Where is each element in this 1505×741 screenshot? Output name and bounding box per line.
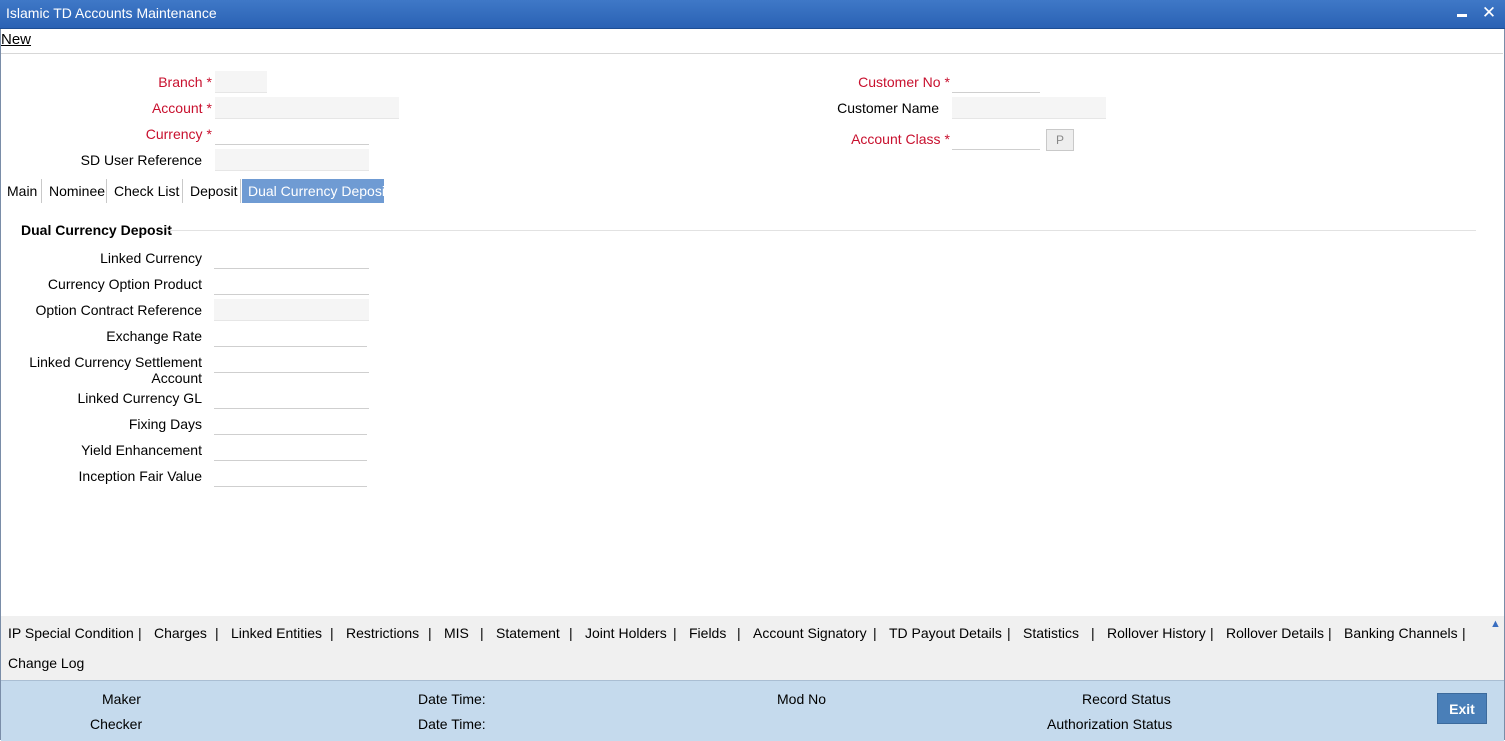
link-rollover-details[interactable]: Rollover Details xyxy=(1226,625,1324,641)
linked-currency-label: Linked Currency xyxy=(100,250,202,266)
audit-footer xyxy=(1,680,1504,741)
branch-label: Branch * xyxy=(158,74,212,90)
currency-field[interactable] xyxy=(215,123,369,145)
scroll-up-icon[interactable]: ▲ xyxy=(1490,618,1501,630)
link-td-payout-details[interactable]: TD Payout Details xyxy=(889,625,1002,641)
link-fields[interactable]: Fields xyxy=(689,625,726,641)
link-separator: | xyxy=(215,625,219,641)
linked-currency-gl-field[interactable] xyxy=(214,387,369,409)
option-contract-reference-label: Option Contract Reference xyxy=(35,302,202,318)
link-separator: | xyxy=(1091,625,1095,641)
branch-field[interactable] xyxy=(215,71,267,93)
link-restrictions[interactable]: Restrictions xyxy=(346,625,419,641)
close-icon: ✕ xyxy=(1481,3,1497,22)
linked-currency-gl-label: Linked Currency GL xyxy=(77,390,202,406)
checker-date-time-label: Date Time: xyxy=(418,716,486,732)
mod-no-label: Mod No xyxy=(777,691,827,707)
tab-nominee[interactable]: Nominee xyxy=(43,179,107,203)
link-separator: | xyxy=(1328,625,1332,641)
currency-option-product-field[interactable] xyxy=(214,273,369,295)
link-linked-entities[interactable]: Linked Entities xyxy=(231,625,322,641)
tab-main[interactable]: Main xyxy=(1,179,42,203)
link-separator: | xyxy=(138,625,142,641)
link-account-signatory[interactable]: Account Signatory xyxy=(753,625,867,641)
sd-user-reference-label: SD User Reference xyxy=(80,152,202,168)
link-separator: | xyxy=(480,625,484,641)
currency-option-product-label: Currency Option Product xyxy=(47,276,202,292)
account-field[interactable] xyxy=(215,97,399,119)
maker-date-time-label: Date Time: xyxy=(418,691,486,707)
link-statement[interactable]: Statement xyxy=(496,625,560,641)
minimize-button[interactable] xyxy=(1452,3,1472,23)
exchange-rate-label: Exchange Rate xyxy=(106,328,202,344)
link-separator: | xyxy=(873,625,877,641)
fixing-days-label: Fixing Days xyxy=(128,416,202,432)
inception-fair-value-label: Inception Fair Value xyxy=(78,468,202,484)
window-title: Islamic TD Accounts Maintenance xyxy=(6,5,217,21)
link-ip-special-condition[interactable]: IP Special Condition xyxy=(8,625,134,641)
yield-enhancement-field[interactable] xyxy=(214,439,367,461)
linked-currency-settlement-account-field[interactable] xyxy=(214,351,369,373)
account-label: Account * xyxy=(151,100,212,116)
link-charges[interactable]: Charges xyxy=(154,625,207,641)
close-button[interactable]: ✕ xyxy=(1479,3,1499,23)
exchange-rate-field[interactable] xyxy=(214,325,367,347)
window-titlebar: Islamic TD Accounts Maintenance ✕ xyxy=(0,0,1505,29)
link-joint-holders[interactable]: Joint Holders xyxy=(585,625,667,641)
option-contract-reference-field[interactable] xyxy=(214,299,369,321)
authorization-status-label: Authorization Status xyxy=(1047,716,1173,732)
customer-name-field[interactable] xyxy=(952,97,1106,119)
link-separator: | xyxy=(1007,625,1011,641)
tab-check-list[interactable]: Check List xyxy=(108,179,183,203)
sd-user-reference-field[interactable] xyxy=(215,149,369,171)
account-class-field[interactable] xyxy=(952,128,1040,150)
customer-name-label: Customer Name xyxy=(837,100,939,116)
account-class-label: Account Class * xyxy=(851,131,950,147)
maker-label: Maker xyxy=(102,691,141,707)
linked-currency-field[interactable] xyxy=(214,247,369,269)
menu-divider xyxy=(1,53,1503,54)
section-divider xyxy=(168,230,1476,231)
customer-no-field[interactable] xyxy=(952,71,1040,93)
link-separator: | xyxy=(428,625,432,641)
currency-label: Currency * xyxy=(145,126,212,142)
link-rollover-history[interactable]: Rollover History xyxy=(1107,625,1206,641)
link-mis[interactable]: MIS xyxy=(444,625,469,641)
checker-label: Checker xyxy=(90,716,143,732)
link-separator: | xyxy=(673,625,677,641)
new-menu-link[interactable]: New xyxy=(1,31,31,48)
link-banking-channels[interactable]: Banking Channels xyxy=(1344,625,1458,641)
exit-button[interactable]: Exit xyxy=(1437,693,1487,724)
fixing-days-field[interactable] xyxy=(214,413,367,435)
link-separator: | xyxy=(330,625,334,641)
account-class-lookup-button[interactable]: P xyxy=(1046,129,1074,151)
tab-deposit[interactable]: Deposit xyxy=(184,179,241,203)
link-statistics[interactable]: Statistics xyxy=(1023,625,1079,641)
link-separator: | xyxy=(1462,625,1466,641)
tab-dual-currency-deposit[interactable]: Dual Currency Deposit xyxy=(242,179,389,203)
record-status-label: Record Status xyxy=(1082,691,1171,707)
link-separator: | xyxy=(1210,625,1214,641)
linked-currency-settlement-account-label: Linked Currency Settlement Account xyxy=(29,354,202,386)
link-change-log[interactable]: Change Log xyxy=(8,655,84,671)
minimize-icon xyxy=(1457,14,1467,17)
customer-no-label: Customer No * xyxy=(858,74,950,90)
link-separator: | xyxy=(737,625,741,641)
section-title: Dual Currency Deposit xyxy=(21,222,172,238)
inception-fair-value-field[interactable] xyxy=(214,465,367,487)
yield-enhancement-label: Yield Enhancement xyxy=(81,442,202,458)
link-separator: | xyxy=(569,625,573,641)
